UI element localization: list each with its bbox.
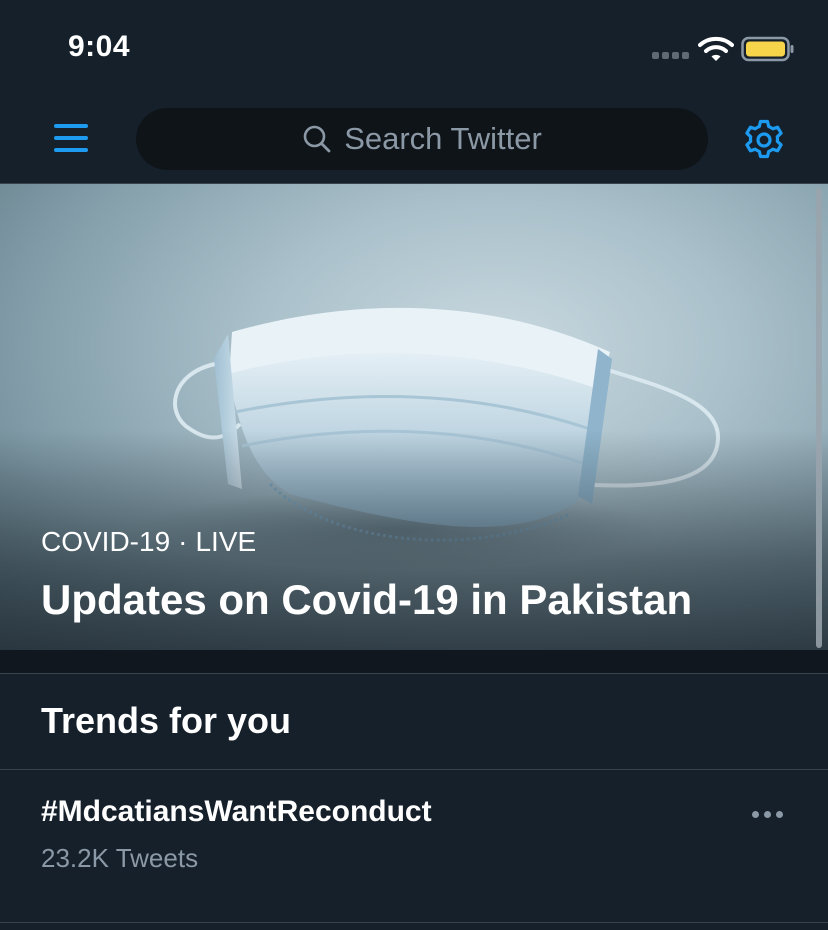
wifi-icon [698, 36, 734, 61]
live-badge: LIVE [195, 526, 257, 557]
event-category: COVID-19 [41, 526, 171, 557]
divider [0, 769, 828, 770]
gear-icon[interactable] [742, 118, 786, 162]
cellular-signal-icon [652, 52, 692, 60]
trends-heading: Trends for you [41, 700, 292, 741]
live-event-card[interactable]: COVID-19 · LIVE Updates on Covid-19 in P… [0, 184, 828, 650]
divider [0, 922, 828, 923]
event-title: Updates on Covid-19 in Pakistan [41, 576, 693, 623]
section-spacer [0, 650, 828, 674]
search-input[interactable]: Search Twitter [136, 108, 708, 170]
scrollbar[interactable] [816, 188, 822, 648]
more-options-icon[interactable] [752, 807, 788, 821]
event-meta: COVID-19 · LIVE [41, 526, 256, 558]
trend-tweet-count: 23.2K Tweets [41, 843, 199, 873]
hamburger-menu-icon[interactable] [54, 122, 90, 154]
meta-separator: · [178, 526, 188, 557]
battery-icon [741, 36, 794, 62]
status-bar: 9:04 [0, 0, 828, 96]
status-time: 9:04 [68, 30, 131, 63]
search-icon [303, 125, 331, 153]
trend-name: #MdcatiansWantReconduct [41, 795, 432, 828]
top-header: Search Twitter [0, 96, 828, 184]
trend-item[interactable]: #MdcatiansWantReconduct 23.2K Tweets [0, 771, 828, 923]
search-placeholder: Search Twitter [344, 121, 542, 156]
explore-screen: 9:04 Search Twitter COVID-19 · LIVE Upda… [0, 0, 828, 930]
